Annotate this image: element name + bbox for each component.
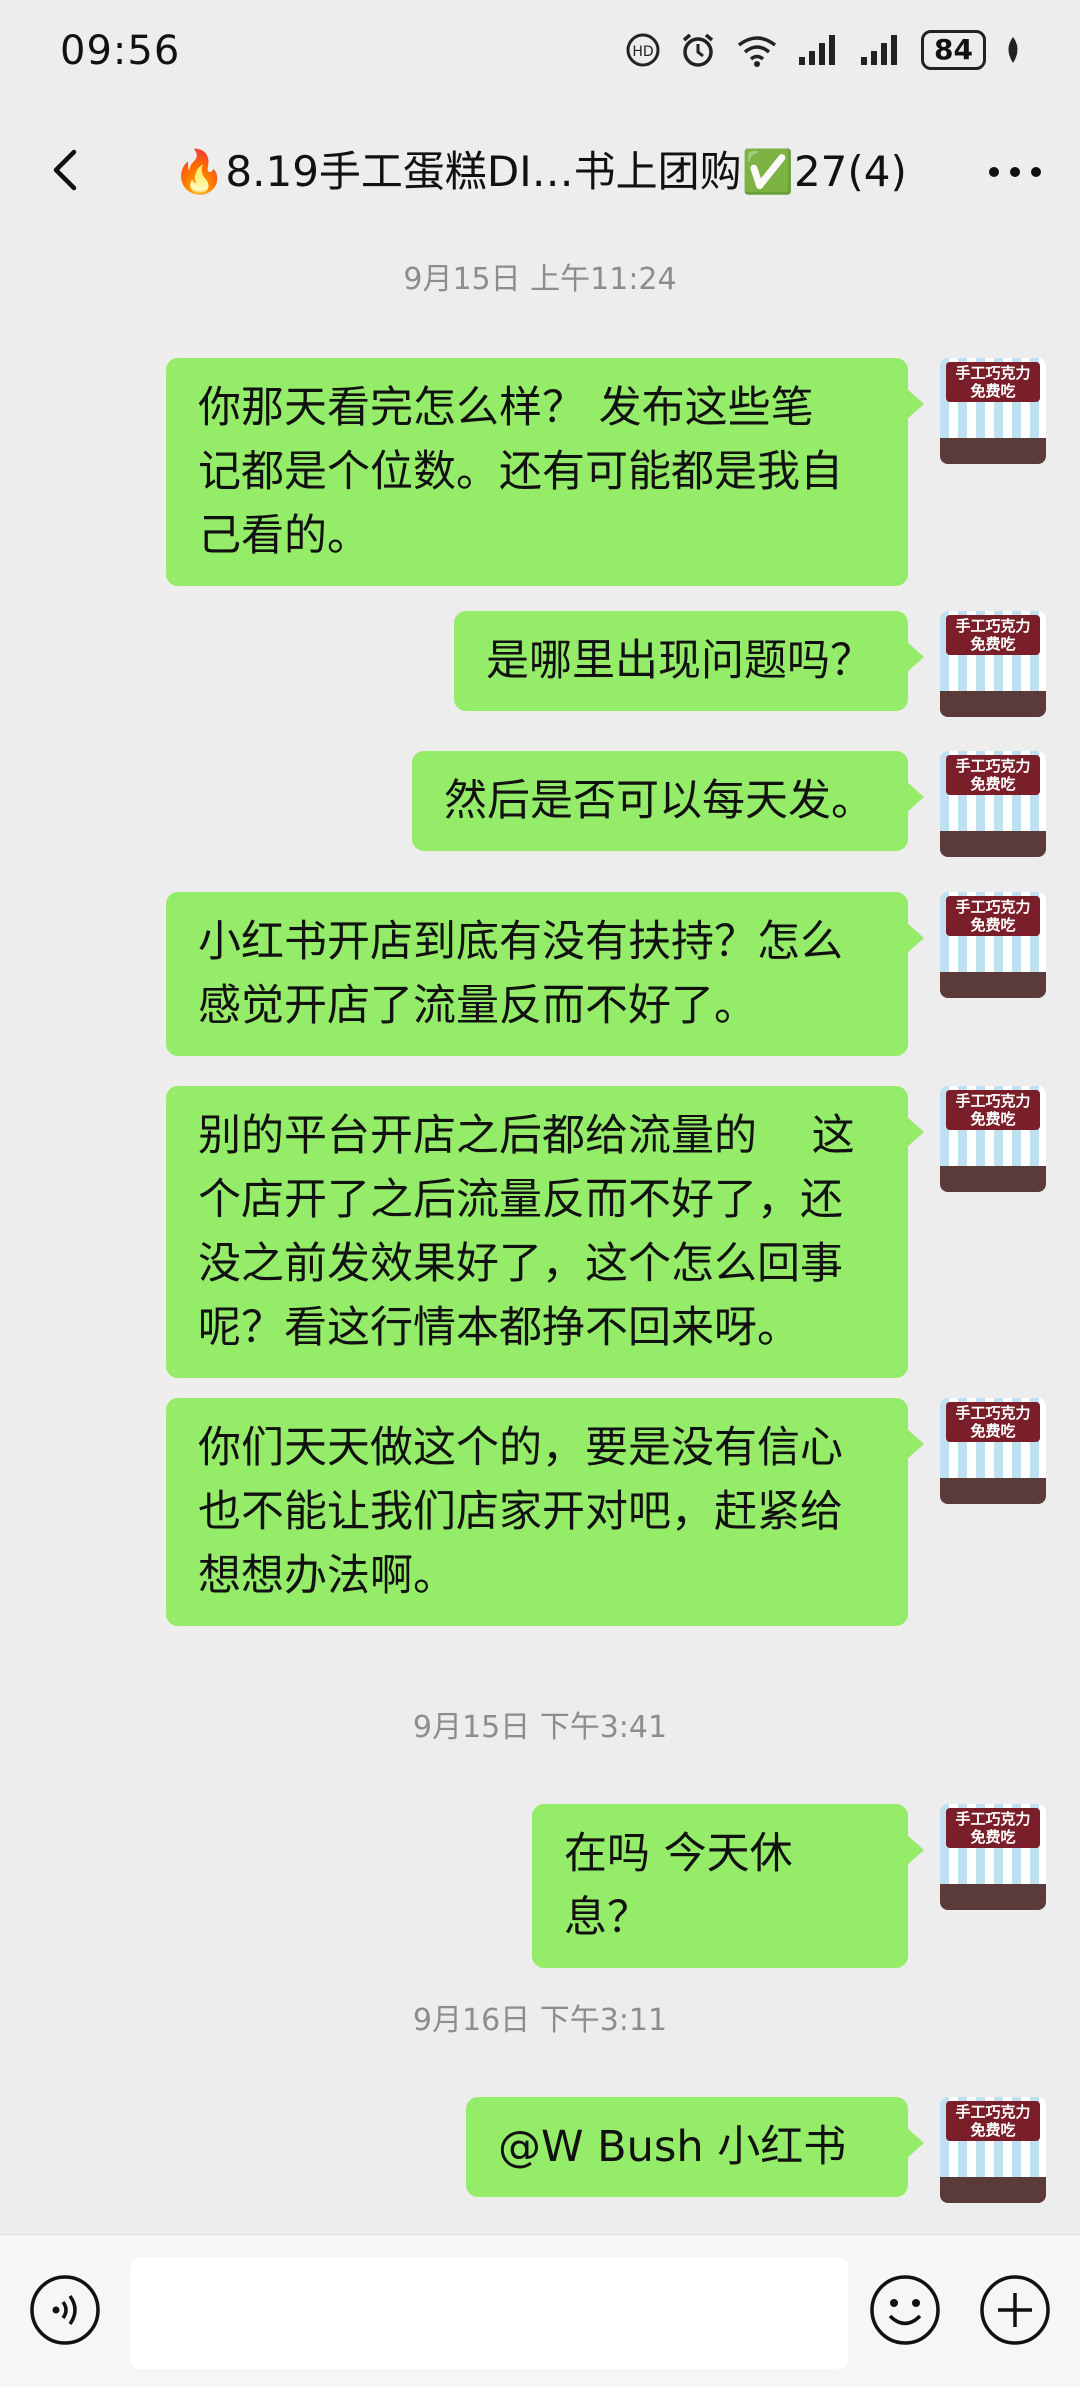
avatar-title-line: 免费吃 (970, 382, 1016, 400)
avatar-title-line: 免费吃 (970, 2121, 1016, 2139)
back-arrow-icon[interactable] (36, 140, 96, 200)
avatar-title: 手工巧克力 免费吃 (946, 1808, 1040, 1848)
avatar-title: 手工巧克力 免费吃 (946, 755, 1040, 795)
avatar-title-line: 手工巧克力 (955, 1810, 1031, 1828)
plus-icon[interactable] (978, 2273, 1052, 2347)
timestamp: 9月15日 上午11:24 (403, 262, 677, 297)
avatar[interactable]: 手工巧克力 免费吃 (940, 1804, 1046, 1910)
avatar-title: 手工巧克力 免费吃 (946, 1090, 1040, 1130)
status-time: 09:56 (60, 28, 181, 74)
leaf-icon (1008, 37, 1018, 63)
hd-icon: HD (626, 33, 660, 67)
avatar-title-line: 手工巧克力 (955, 617, 1031, 635)
alarm-icon (682, 33, 714, 67)
avatar-title-line: 手工巧克力 (955, 1092, 1031, 1110)
chat-title: 🔥8.19手工蛋糕DI…书上团购✅27(4) (173, 147, 907, 196)
timestamp: 9月16日 下午3:11 (412, 2003, 668, 2038)
avatar[interactable]: 手工巧克力 免费吃 (940, 358, 1046, 464)
signal-icon-1 (799, 35, 836, 65)
avatar-title-line: 免费吃 (970, 635, 1016, 653)
message-bubble[interactable]: 别的平台开店之后都给流量的 这 个店开了之后流量反而不好了，还 没之前发效果好了… (166, 1086, 924, 1378)
message-bubble[interactable]: 然后是否可以每天发。 (412, 751, 924, 851)
avatar-title-line: 手工巧克力 (955, 364, 1031, 382)
avatar-title-line: 手工巧克力 (955, 898, 1031, 916)
message-bubble[interactable]: @W Bush 小红书 (466, 2097, 924, 2197)
avatar-footer (940, 1166, 1046, 1192)
avatar[interactable]: 手工巧克力 免费吃 (940, 1398, 1046, 1504)
input-bar (0, 2234, 1080, 2387)
avatar-footer (940, 691, 1046, 717)
svg-text:HD: HD (632, 44, 653, 60)
avatar-title-line: 手工巧克力 (955, 1404, 1031, 1422)
voice-icon[interactable] (28, 2273, 102, 2347)
avatar-title: 手工巧克力 免费吃 (946, 362, 1040, 402)
wifi-icon (737, 36, 777, 67)
message-bubble[interactable]: 你们天天做这个的，要是没有信心 也不能让我们店家开对吧，赶紧给 想想办法啊。 (166, 1398, 924, 1626)
avatar-title-line: 免费吃 (970, 916, 1016, 934)
avatar-title: 手工巧克力 免费吃 (946, 2101, 1040, 2141)
avatar[interactable]: 手工巧克力 免费吃 (940, 1086, 1046, 1192)
message-bubble[interactable]: 在吗 今天休息？ (532, 1804, 924, 1968)
avatar-footer (940, 2177, 1046, 2203)
avatar-title-line: 手工巧克力 (955, 2103, 1031, 2121)
message-bubble[interactable]: 你那天看完怎么样？ 发布这些笔 记都是个位数。还有可能都是我自 己看的。 (166, 358, 924, 586)
avatar-footer (940, 831, 1046, 857)
avatar-title: 手工巧克力 免费吃 (946, 896, 1040, 936)
message-bubble[interactable]: 小红书开店到底有没有扶持？怎么 感觉开店了流量反而不好了。 (166, 892, 924, 1056)
status-icons: HD 84 (625, 30, 1022, 70)
avatar[interactable]: 手工巧克力 免费吃 (940, 611, 1046, 717)
avatar-title-line: 免费吃 (970, 1110, 1016, 1128)
chat-header: 🔥8.19手工蛋糕DI…书上团购✅27(4) (0, 110, 1080, 230)
timestamp: 9月15日 下午3:41 (412, 1710, 668, 1745)
message-input[interactable] (130, 2257, 848, 2369)
more-options-icon[interactable] (980, 142, 1050, 202)
signal-icon-2 (861, 35, 898, 65)
message-bubble[interactable]: 是哪里出现问题吗？ (454, 611, 924, 711)
avatar-title-line: 免费吃 (970, 1422, 1016, 1440)
avatar-title: 手工巧克力 免费吃 (946, 615, 1040, 655)
avatar[interactable]: 手工巧克力 免费吃 (940, 2097, 1046, 2203)
avatar-title: 手工巧克力 免费吃 (946, 1402, 1040, 1442)
avatar-footer (940, 972, 1046, 998)
avatar[interactable]: 手工巧克力 免费吃 (940, 751, 1046, 857)
avatar-footer (940, 1478, 1046, 1504)
battery-indicator: 84 (921, 30, 986, 70)
avatar-title-line: 免费吃 (970, 1828, 1016, 1846)
status-bar: 09:56 HD 84 (0, 0, 1080, 110)
emoji-icon[interactable] (868, 2273, 942, 2347)
avatar-title-line: 手工巧克力 (955, 757, 1031, 775)
avatar[interactable]: 手工巧克力 免费吃 (940, 892, 1046, 998)
avatar-title-line: 免费吃 (970, 775, 1016, 793)
avatar-footer (940, 1884, 1046, 1910)
avatar-footer (940, 438, 1046, 464)
